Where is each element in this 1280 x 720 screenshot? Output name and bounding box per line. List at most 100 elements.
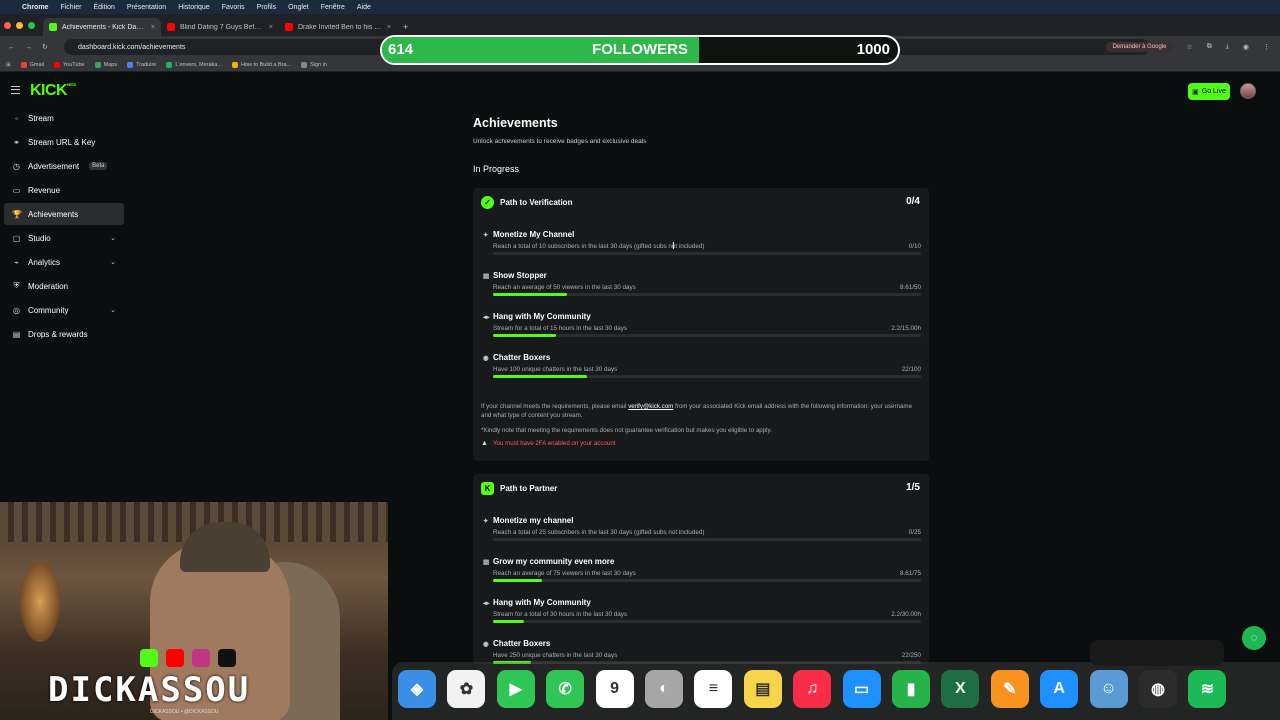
task-name: ▤ Grow my community even more — [483, 557, 614, 566]
music-icon[interactable]: ♫ — [793, 670, 832, 708]
sidebar-item-studio[interactable]: ▢ Studio ⌄ — [4, 227, 124, 249]
notes-icon[interactable]: ▤ — [743, 670, 782, 708]
close-window-icon[interactable] — [4, 21, 11, 29]
calendar-icon[interactable]: 9 — [595, 670, 634, 708]
new-tab-icon[interactable]: + — [397, 18, 414, 36]
download-icon[interactable]: ⤓ — [1226, 43, 1229, 51]
finder-icon[interactable]: ☺ — [1089, 670, 1128, 708]
task-icon: ◂▸ — [483, 599, 490, 607]
progress-fill — [493, 334, 556, 337]
browser-tab[interactable]: Blind Dating 7 Guys Before a × — [161, 18, 279, 36]
minimize-window-icon[interactable] — [16, 21, 23, 29]
bookmark-item[interactable]: Maps — [94, 61, 117, 68]
browser-tab[interactable]: Achievements - Kick Dashbo × — [43, 18, 161, 36]
numbers-icon[interactable]: ▮ — [892, 670, 930, 708]
task-icon: ◉ — [483, 354, 489, 362]
sidebar-item-achievements[interactable]: 🏆 Achievements — [4, 203, 124, 225]
phone-icon[interactable]: ✆ — [546, 670, 585, 708]
sidebar-item-community[interactable]: ◎ Community ⌄ — [4, 299, 124, 321]
bookmark-item[interactable]: Traduire — [127, 61, 157, 68]
sidebar-item-label: Moderation — [28, 281, 69, 291]
ask-google-button[interactable]: Demander à Google — [1106, 42, 1173, 52]
hamburger-icon[interactable] — [11, 86, 20, 94]
bookmark-label: Traduire — [136, 61, 157, 68]
menu-item-édition[interactable]: Édition — [93, 4, 114, 11]
tab-title: Drake Invited Ben to his Hous — [298, 23, 382, 31]
menu-item-profils[interactable]: Profils — [257, 4, 276, 11]
extensions-icon[interactable]: ⧉ — [1207, 43, 1212, 51]
keynote-icon[interactable]: ▭ — [842, 670, 881, 708]
spotify-icon[interactable]: ≋ — [1188, 670, 1227, 708]
browser-tab[interactable]: Drake Invited Ben to his Hous × — [279, 18, 397, 36]
tab-close-icon[interactable]: × — [151, 24, 155, 31]
apps-icon[interactable]: ⊞ — [6, 62, 11, 68]
profile-icon[interactable]: ◉ — [1243, 43, 1249, 51]
go-live-button[interactable]: ▣ Go Live — [1188, 83, 1230, 100]
reminders-icon[interactable]: ≡ — [694, 670, 733, 708]
menu-item-onglet[interactable]: Onglet — [288, 4, 309, 11]
avatar[interactable] — [1240, 83, 1256, 99]
chevron-down-icon[interactable]: ⌄ — [110, 258, 116, 266]
task-name-label: Chatter Boxers — [493, 353, 551, 362]
verify-email-link[interactable]: verify@kick.com — [628, 403, 673, 410]
sidebar-item-label: Revenue — [28, 185, 61, 195]
sidebar-item-label: Advertisement — [28, 161, 80, 171]
menu-item-présentation[interactable]: Présentation — [127, 4, 166, 11]
obs-icon[interactable]: ◍ — [1139, 670, 1177, 708]
pages-icon[interactable]: ✎ — [990, 670, 1029, 708]
text-cursor-icon: Ι — [672, 241, 675, 252]
tab-close-icon[interactable]: × — [269, 24, 273, 31]
progress-track — [493, 293, 921, 296]
stream-icon: ◦ — [15, 113, 18, 123]
kick-logo[interactable]: KICKBETA — [30, 82, 76, 100]
task-name: ✦ Monetize My Channel — [483, 230, 574, 239]
back-icon[interactable]: ← — [8, 44, 15, 51]
sidebar-item-stream-url-key[interactable]: ⚭ Stream URL & Key — [4, 131, 124, 153]
bookmark-item[interactable]: L'envers, Meraka... — [166, 61, 222, 68]
contacts-icon[interactable]: ◐ — [645, 670, 683, 708]
excel-icon[interactable]: X — [941, 670, 980, 708]
forward-icon[interactable]: → — [25, 44, 32, 51]
reload-icon[interactable]: ↻ — [42, 43, 48, 51]
page-title: Achievements — [473, 116, 558, 130]
sidebar-item-label: Stream — [28, 113, 54, 123]
verification-card: ✓ Path to Verification 0/4 If your chann… — [473, 188, 929, 461]
appstore-icon[interactable]: A — [1040, 670, 1079, 708]
star-icon[interactable]: ☆ — [1187, 43, 1193, 51]
verification-disclaimer: *Kindly note that meeting the requiremen… — [481, 427, 772, 434]
bookmark-icon — [127, 61, 134, 68]
facetime-icon[interactable]: ▶ — [496, 670, 535, 708]
drops-rewards-icon: ▤ — [12, 329, 21, 339]
tab-close-icon[interactable]: × — [387, 24, 391, 31]
bookmark-item[interactable]: Gmail — [20, 61, 44, 68]
chevron-down-icon[interactable]: ⌄ — [110, 234, 116, 242]
task-description: Reach an average of 50 viewers in the la… — [493, 284, 636, 291]
sidebar-item-moderation[interactable]: ⛨ Moderation — [4, 275, 124, 297]
sidebar-item-advertisement[interactable]: ◷ Advertisement Beta — [4, 155, 124, 177]
sidebar-item-revenue[interactable]: ▭ Revenue — [4, 179, 124, 201]
menu-item-favoris[interactable]: Favoris — [222, 4, 245, 11]
chat-support-icon[interactable]: ◌ — [1242, 626, 1266, 650]
bookmark-item[interactable]: YouTube — [53, 61, 85, 68]
menu-icon[interactable]: ⋮ — [1263, 43, 1270, 51]
menu-item-aide[interactable]: Aide — [357, 4, 371, 11]
menu-item-historique[interactable]: Historique — [178, 4, 210, 11]
maps-icon[interactable]: ◈ — [398, 670, 436, 708]
bookmark-item[interactable]: How to Build a Bra... — [231, 61, 291, 68]
sidebar-item-drops-rewards[interactable]: ▤ Drops & rewards — [4, 323, 124, 345]
photos-icon[interactable]: ✿ — [447, 670, 486, 708]
sidebar-item-analytics[interactable]: ⌁ Analytics ⌄ — [4, 251, 124, 273]
menu-item-fenêtre[interactable]: Fenêtre — [321, 4, 345, 11]
bookmark-icon — [231, 61, 238, 68]
mac-menu-bar: Chrome Fichier Édition Présentation Historiq… — [0, 0, 1280, 14]
menu-item-chrome[interactable]: Chrome — [22, 4, 48, 11]
page-subtitle: Unlock achievements to receive badges an… — [473, 138, 647, 145]
menu-item-fichier[interactable]: Fichier — [60, 4, 81, 11]
beta-badge: Beta — [89, 162, 108, 170]
progress-track — [493, 334, 921, 337]
bookmark-label: Sign in — [310, 61, 327, 68]
chevron-down-icon[interactable]: ⌄ — [110, 306, 116, 314]
sidebar-item-stream[interactable]: ◦ Stream — [4, 107, 124, 129]
bookmark-item[interactable]: Sign in — [301, 61, 327, 68]
maximize-window-icon[interactable] — [28, 21, 35, 29]
